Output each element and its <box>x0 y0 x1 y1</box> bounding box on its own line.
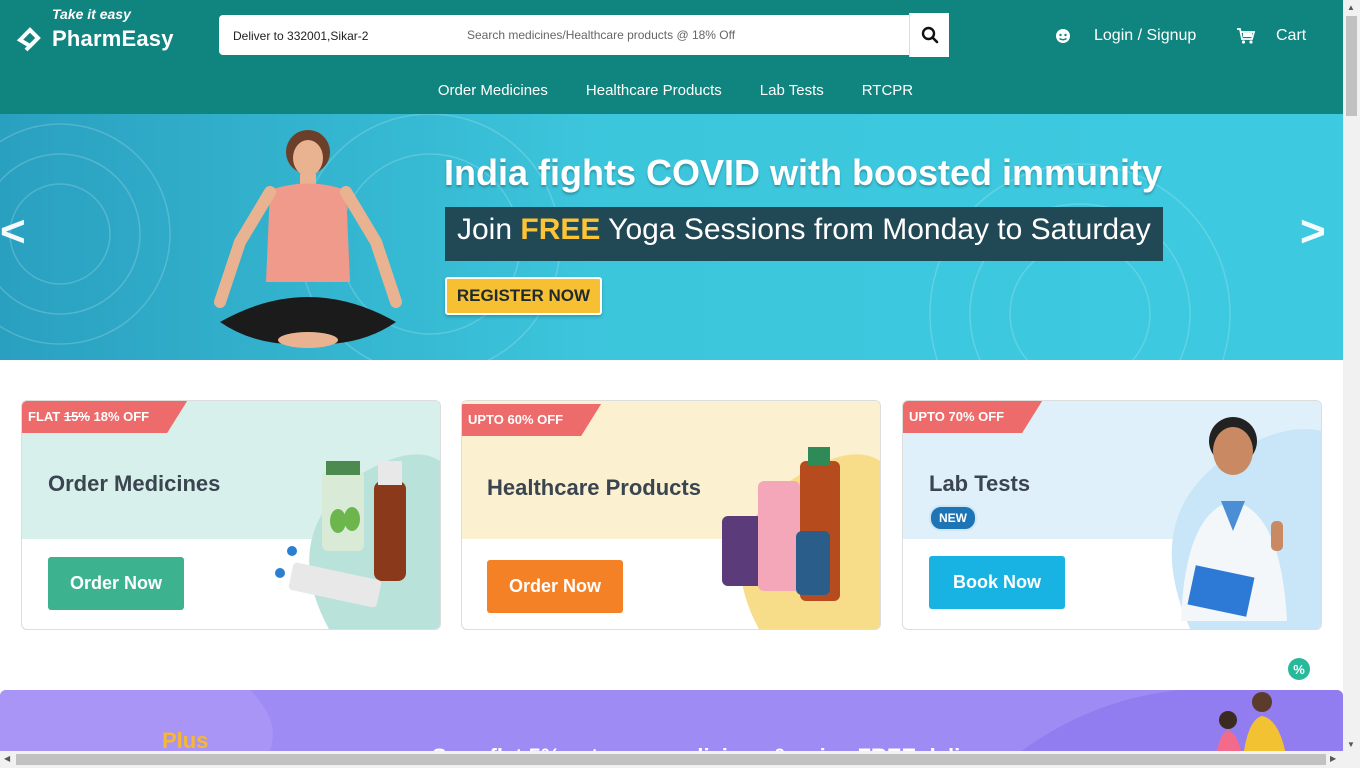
logo-brand: PharmEasy <box>52 26 174 51</box>
scroll-down-arrow-icon[interactable]: ▼ <box>1347 740 1355 749</box>
cart-label: Cart <box>1276 27 1307 44</box>
register-now-button[interactable]: REGISTER NOW <box>445 277 602 315</box>
banner-subline: Join FREE Yoga Sessions from Monday to S… <box>445 207 1163 261</box>
discount-ribbon: FLAT 15% 18% OFF <box>22 401 187 433</box>
new-badge: NEW <box>929 505 977 531</box>
banner-subline-free: FREE <box>520 213 601 246</box>
order-healthcare-button[interactable]: Order Now <box>487 560 623 613</box>
user-icon <box>1056 29 1070 43</box>
discount-ribbon-post: 18% OFF <box>89 409 150 424</box>
hero-banner[interactable]: < India fights COVID with boosted immuni… <box>0 114 1343 360</box>
nav-item-order-medicines[interactable]: Order Medicines <box>430 82 548 99</box>
lab-tests-card[interactable]: UPTO 70% OFF Lab Tests NEW Book Now <box>902 400 1322 630</box>
card-title: Order Medicines <box>48 471 221 496</box>
order-medicines-card[interactable]: FLAT 15% 18% OFF Order Medicines Order N… <box>21 400 441 630</box>
logo-mark-icon <box>16 27 41 52</box>
banner-prev-arrow[interactable]: < <box>0 210 26 254</box>
pharmeasy-logo[interactable]: Take it easy PharmEasy <box>16 6 186 56</box>
card-title: Healthcare Products <box>487 475 701 500</box>
book-lab-test-button[interactable]: Book Now <box>929 556 1065 609</box>
scroll-left-arrow-icon[interactable]: ◀ <box>4 754 10 763</box>
main-nav: Order Medicines Healthcare Products Lab … <box>0 82 1343 99</box>
vertical-scrollbar[interactable]: ▲ ▼ <box>1343 0 1360 768</box>
order-medicines-button[interactable]: Order Now <box>48 557 184 610</box>
scroll-up-arrow-icon[interactable]: ▲ <box>1347 3 1355 12</box>
doctor-illustration <box>1171 417 1321 629</box>
search-button[interactable] <box>909 13 949 57</box>
discount-percent-icon: % <box>1288 658 1310 680</box>
cart-icon <box>1237 28 1256 44</box>
nav-item-healthcare-products[interactable]: Healthcare Products <box>578 82 722 99</box>
site-header: Take it easy PharmEasy Deliver to 332001… <box>0 0 1343 114</box>
discount-ribbon-strike: 15% <box>63 409 90 424</box>
banner-headline: India fights COVID with boosted immunity <box>444 152 1162 193</box>
logo-tagline: Take it easy <box>52 6 131 22</box>
medicines-illustration <box>275 454 440 629</box>
nav-item-lab-tests[interactable]: Lab Tests <box>752 82 824 99</box>
horizontal-scroll-thumb[interactable] <box>16 754 1326 765</box>
login-signup-label: Login / Signup <box>1094 27 1197 44</box>
nav-item-rtcpr[interactable]: RTCPR <box>854 82 913 99</box>
search-icon <box>921 26 938 44</box>
vertical-scroll-thumb[interactable] <box>1346 16 1357 116</box>
discount-ribbon-pre: FLAT <box>28 409 64 424</box>
horizontal-scrollbar[interactable]: ◀ ▶ <box>0 751 1343 768</box>
discount-ribbon: UPTO 70% OFF <box>903 401 1042 433</box>
deliver-to-location[interactable]: Deliver to 332001,Sikar-2 <box>233 15 368 55</box>
scroll-right-arrow-icon[interactable]: ▶ <box>1330 754 1336 763</box>
healthcare-products-illustration <box>722 447 880 629</box>
card-title: Lab Tests <box>929 471 1031 496</box>
search-input[interactable] <box>467 15 907 55</box>
banner-subline-pre: Join <box>457 213 521 246</box>
yoga-woman-illustration <box>214 130 402 348</box>
discount-ribbon: UPTO 60% OFF <box>462 404 601 436</box>
healthcare-products-card[interactable]: UPTO 60% OFF Healthcare Products Order N… <box>461 400 881 630</box>
cart-link[interactable]: Cart <box>1236 24 1306 48</box>
search-bar: Deliver to 332001,Sikar-2 <box>219 15 949 55</box>
banner-next-arrow[interactable]: > <box>1300 210 1326 254</box>
login-signup-link[interactable]: Login / Signup <box>1054 24 1196 48</box>
banner-subline-post: Yoga Sessions from Monday to Saturday <box>600 213 1151 246</box>
